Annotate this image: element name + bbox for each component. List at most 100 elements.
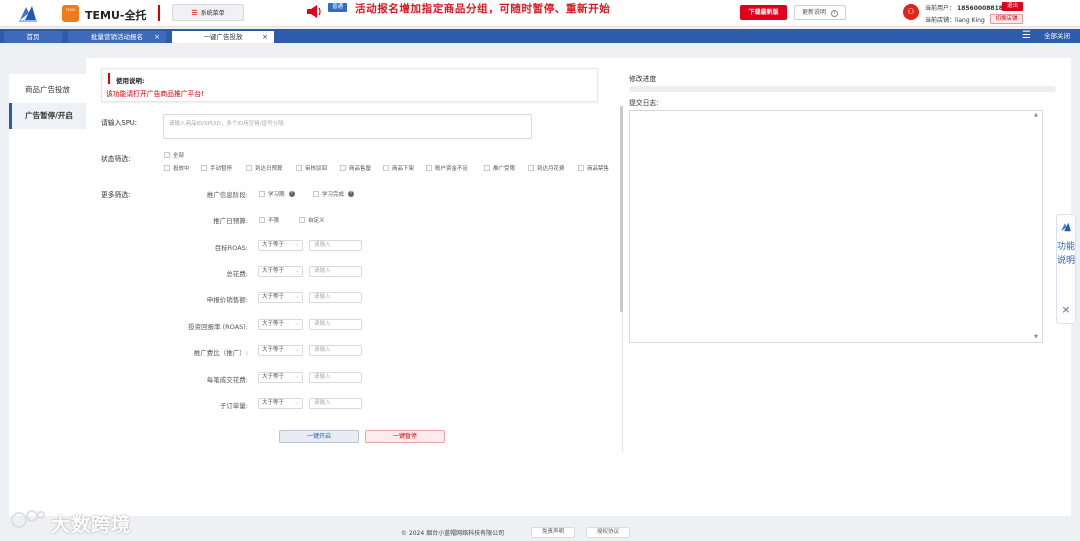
chevron-down-icon: ⌵ [294,400,299,406]
operator-select[interactable]: 大于等于 ⌵ [258,292,303,303]
header-divider [158,5,160,21]
operator-select[interactable]: 大于等于 ⌵ [258,372,303,383]
app-logo-icon [1061,222,1071,232]
help-icon[interactable]: ? [288,191,295,197]
chevron-down-icon: ⌵ [294,374,299,380]
copyright: © 2024 烟台小蓝帽网络科技有限公司 [401,530,505,537]
operator-select[interactable]: 大于等于 ⌵ [258,240,303,251]
status-option[interactable]: 商品下架 [383,164,414,172]
stage-label: 推广信息阶段: [206,191,248,199]
tab-bar: 首页 批量营销活动报名 × 一键广告投放 × ☰ 全部关闭 [0,29,1080,43]
status-option[interactable]: 到达月花费 [528,164,565,172]
status-filter-label: 状态筛选: [101,155,131,163]
feature-guide-widget[interactable]: 功能说明 × [1056,214,1076,324]
status-option[interactable]: 手动暂停 [201,164,232,172]
filter-row-label: 推广费比（推广）: [193,349,248,357]
sidebar-item-ad-launch[interactable]: 商品广告投放 [9,77,86,103]
announcement-badge: 普通 [328,3,347,12]
app-name: TEMU-全托 [85,9,147,22]
operator-select[interactable]: 大于等于 ⌵ [258,266,303,277]
watermark-logo-icon [11,510,45,528]
watermark: 大数跨境 [10,508,145,536]
status-option[interactable]: 推广受限 [484,164,515,172]
menu-icon[interactable]: ☰ [1022,31,1033,41]
close-icon[interactable]: × [262,31,268,43]
status-option[interactable]: 投放中 [164,164,190,172]
user-avatar-icon[interactable]: ⚇ [903,4,919,20]
filter-value-input[interactable]: 请输入 [309,398,362,409]
chevron-down-icon: ⌵ [294,347,299,353]
license-link[interactable]: 授权协议 [586,527,630,538]
announcement-text[interactable]: 活动报名增加指定商品分组，可随时暂停、重新开始 [355,1,610,16]
budget-unlimited-checkbox[interactable]: 不限 [259,216,279,224]
form-scrollbar[interactable] [620,106,623,312]
log-textarea[interactable] [629,110,1043,343]
filter-value-input[interactable]: 请输入 [309,240,362,251]
chevron-down-icon: ⌵ [294,242,299,248]
spu-input[interactable]: 请输入商品ID/SPUID，多个ID用空格/逗号分隔 [163,114,532,139]
start-all-button[interactable]: 一键开启 [279,430,359,443]
tab-home[interactable]: 首页 [4,31,62,43]
pause-all-button[interactable]: 一键暂停 [365,430,445,443]
status-option[interactable]: 商品禁售 [578,164,609,172]
status-option[interactable]: 账户资金不足 [426,164,468,172]
tab-ad-launch[interactable]: 一键广告投放 × [172,31,274,43]
operator-select[interactable]: 大于等于 ⌵ [258,398,303,409]
filter-row-label: 申报价销售额: [206,296,248,304]
current-shop: 当前店铺：liang King [925,17,985,24]
filter-row-label: 子订单量: [219,402,248,410]
log-label: 提交日志: [629,99,659,107]
filter-value-input[interactable]: 请输入 [309,372,362,383]
chevron-down-icon: ⌵ [294,268,299,274]
chevron-down-icon: ⌵ [294,294,299,300]
system-menu-button[interactable]: ☰ 系统菜单 [172,4,244,21]
stage-learning-checkbox[interactable]: 学习期? [259,190,295,198]
usage-accent-bar [108,73,110,84]
filter-row-label: 投资回报率 (ROAS): [188,323,248,331]
filter-row-label: 每笔成交花费: [206,376,248,384]
budget-label: 推广日预算: [213,217,248,225]
filter-row-label: 总花费: [226,270,248,278]
close-all-button[interactable]: 全部关闭 [1044,29,1070,43]
menu-list-icon: ☰ [191,8,198,17]
sidebar: 商品广告投放 广告暂停/开启 [9,74,86,516]
megaphone-icon [307,5,321,18]
stage-learned-checkbox[interactable]: 学习完成? [313,190,355,198]
watermark-text: 大数跨境 [51,514,132,536]
status-option[interactable]: 商品售罄 [340,164,371,172]
switch-shop-button[interactable]: 切换店铺 [990,14,1023,24]
budget-custom-checkbox[interactable]: 自定义 [299,216,325,224]
update-notes-button[interactable]: 更新说明 i [794,5,846,20]
operator-select[interactable]: 大于等于 ⌵ [258,319,303,330]
filter-row-label: 目标ROAS: [214,244,248,252]
scroll-down-icon[interactable]: ▼ [1034,334,1038,340]
filter-value-input[interactable]: 请输入 [309,345,362,356]
feature-guide-label: 功能说明 [1057,242,1076,266]
tab-batch-activity[interactable]: 批量营销活动报名 × [68,31,166,43]
filter-value-input[interactable]: 请输入 [309,266,362,277]
filter-value-input[interactable]: 请输入 [309,319,362,330]
download-latest-button[interactable]: 下载最新版 [740,5,787,20]
status-option[interactable]: 审核驳回 [296,164,327,172]
progress-label: 修改进度 [629,75,657,83]
disclaimer-link[interactable]: 免责声明 [531,527,575,538]
more-filter-label: 更多筛选: [101,191,131,199]
operator-select[interactable]: 大于等于 ⌵ [258,345,303,356]
spu-label: 请输入SPU: [101,119,138,127]
sidebar-item-ad-pause-resume[interactable]: 广告暂停/开启 [9,103,86,129]
status-all-checkbox[interactable]: 全部 [164,151,184,159]
close-icon[interactable]: × [1057,303,1075,316]
usage-title: 使用说明: [116,77,145,85]
status-option[interactable]: 到达日预算 [246,164,283,172]
logout-button[interactable]: 退出 [1002,2,1023,11]
usage-text: 该功能请打开广告商品推广平台! [106,90,204,98]
current-user: 当前用户： 18560008818 [925,5,1003,12]
help-icon[interactable]: ? [348,191,355,197]
info-icon: i [830,10,838,17]
close-icon[interactable]: × [154,31,160,43]
progress-bar [629,86,1056,92]
scroll-up-icon[interactable]: ▲ [1034,112,1038,118]
app-logo-icon [19,6,37,22]
filter-value-input[interactable]: 请输入 [309,292,362,303]
temu-logo: TEMU [62,5,79,22]
